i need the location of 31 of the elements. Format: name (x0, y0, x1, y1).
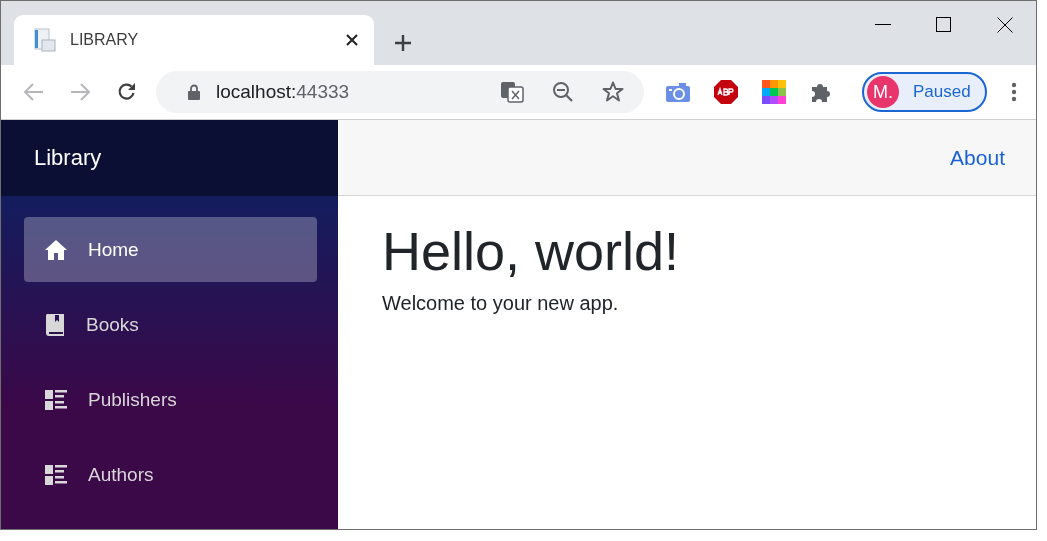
zoom-out-icon[interactable] (552, 81, 574, 103)
star-icon[interactable] (602, 81, 624, 103)
close-icon[interactable] (346, 34, 358, 46)
welcome-text: Welcome to your new app. (382, 292, 620, 315)
browser-tab[interactable]: LIBRARY (14, 15, 374, 65)
tab-title: LIBRARY (70, 31, 140, 49)
list-icon (44, 388, 68, 411)
nav-item[interactable]: Publishers (24, 367, 317, 432)
nav-item[interactable]: Books (24, 292, 317, 357)
profile-avatar: M. (867, 76, 899, 108)
address-bar[interactable]: localhost:44333 (156, 71, 644, 113)
nav-item[interactable]: Authors (24, 442, 317, 507)
puzzle-icon[interactable] (810, 81, 832, 103)
menu-icon[interactable] (1010, 82, 1017, 102)
list-icon (44, 463, 68, 486)
page-heading: Hello, world! (382, 220, 681, 283)
stop-sign-icon[interactable] (714, 80, 738, 104)
document-icon (34, 28, 56, 52)
profile-button[interactable]: M. Paused (862, 72, 987, 112)
reload-icon[interactable] (117, 82, 137, 102)
nav-item[interactable]: Home (24, 217, 317, 282)
url-text: localhost:44333 (216, 81, 351, 103)
camera-icon[interactable] (666, 82, 690, 102)
app-brand[interactable]: Library (34, 145, 102, 171)
lock-icon (188, 84, 200, 100)
book-icon (44, 312, 66, 337)
color-grid-icon[interactable] (762, 80, 786, 104)
translate-icon[interactable] (500, 81, 524, 103)
about-link[interactable]: About (950, 145, 1005, 170)
new-tab-icon[interactable] (394, 34, 412, 52)
home-icon (44, 238, 68, 261)
